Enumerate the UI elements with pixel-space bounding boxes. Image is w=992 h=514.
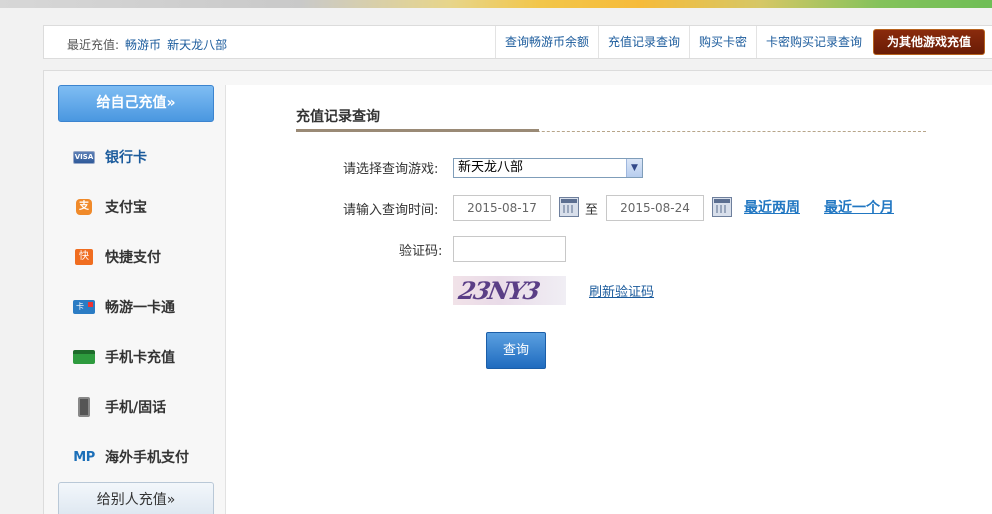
link-recharge-records[interactable]: 充值记录查询 (598, 26, 689, 58)
sidebar-item-label: 手机/固话 (105, 400, 167, 416)
link-buy-card[interactable]: 购买卡密 (689, 26, 756, 58)
calendar-icon[interactable] (712, 197, 732, 217)
calendar-icon[interactable] (559, 197, 579, 217)
sidebar-item-changyou-card[interactable]: 卡 畅游一卡通 (72, 295, 212, 319)
sidebar-item-label: 快捷支付 (105, 250, 161, 266)
sidebar-item-quick-pay[interactable]: 快 快捷支付 (72, 245, 212, 269)
end-date-input[interactable]: 2015-08-24 (606, 195, 704, 221)
sidebar-item-bank-card[interactable]: VISA 银行卡 (72, 145, 212, 169)
last-month-link[interactable]: 最近一个月 (824, 197, 894, 217)
date-to-label: 至 (585, 203, 599, 218)
top-color-stripe (0, 0, 992, 8)
visa-card-icon: VISA (72, 147, 96, 167)
top-links: 查询畅游币余额 充值记录查询 购买卡密 卡密购买记录查询 (495, 26, 871, 58)
top-bar: 最近充值: 畅游币 新天龙八部 查询畅游币余额 充值记录查询 购买卡密 卡密购买记录… (43, 25, 992, 59)
recent-recharge: 最近充值: 畅游币 新天龙八部 (67, 36, 227, 53)
quick-pay-icon: 快 (72, 247, 96, 267)
captcha-label: 验证码: (399, 244, 443, 259)
refresh-captcha-link[interactable]: 刷新验证码 (589, 281, 654, 300)
phone-card-icon (72, 347, 96, 367)
sidebar-item-alipay[interactable]: 支 支付宝 (72, 195, 212, 219)
sidebar-item-label: 海外手机支付 (105, 450, 189, 466)
self-recharge-button[interactable]: 给自己充值» (58, 85, 214, 122)
sidebar-item-overseas-mobile[interactable]: MP 海外手机支付 (72, 445, 212, 469)
game-select[interactable]: 新天龙八部 ▼ (453, 158, 643, 178)
sidebar-item-mobile-landline[interactable]: 手机/固话 (72, 395, 212, 419)
title-underline (296, 129, 539, 132)
recent-link-changyou-coin[interactable]: 畅游币 (125, 38, 161, 52)
start-date-input[interactable]: 2015-08-17 (453, 195, 551, 221)
chevron-down-icon[interactable]: ▼ (626, 159, 642, 177)
game-select-label: 请选择查询游戏: (343, 162, 439, 177)
recent-recharge-label: 最近充值: (67, 38, 120, 52)
alipay-icon: 支 (72, 197, 96, 217)
link-query-balance[interactable]: 查询畅游币余额 (495, 26, 598, 58)
mobile-phone-icon (72, 397, 96, 417)
captcha-input[interactable] (453, 236, 566, 262)
query-button[interactable]: 查询 (486, 332, 546, 369)
recent-link-tianlong[interactable]: 新天龙八部 (167, 38, 227, 52)
mp-icon: MP (73, 449, 95, 465)
sidebar-item-label: 畅游一卡通 (105, 300, 175, 316)
sidebar-item-phone-card[interactable]: 手机卡充值 (72, 345, 212, 369)
changyou-card-icon: 卡 (72, 297, 96, 317)
link-card-purchase-records[interactable]: 卡密购买记录查询 (756, 26, 871, 58)
captcha-image: 23NY3 (453, 276, 566, 305)
sidebar-item-label: 支付宝 (105, 200, 147, 216)
others-recharge-button[interactable]: 给别人充值» (58, 482, 214, 514)
game-select-value: 新天龙八部 (458, 160, 524, 175)
captcha-image-text: 23NY3 (456, 276, 541, 305)
sidebar-item-label: 银行卡 (105, 150, 147, 166)
time-label: 请输入查询时间: (343, 203, 439, 218)
other-game-recharge-button[interactable]: 为其他游戏充值 (873, 29, 985, 55)
sidebar-item-label: 手机卡充值 (105, 350, 175, 366)
page-title: 充值记录查询 (296, 109, 380, 125)
last-two-weeks-link[interactable]: 最近两周 (744, 197, 800, 217)
